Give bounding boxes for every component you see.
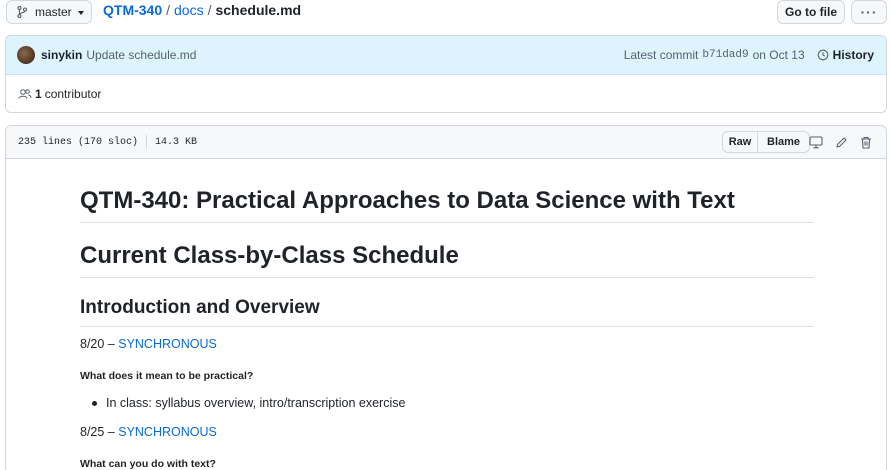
caret-down-icon <box>77 10 84 15</box>
history-label: History <box>832 48 874 62</box>
commit-box: sinykin Update schedule.md Latest commit… <box>5 35 887 113</box>
desktop-icon[interactable] <box>808 134 824 150</box>
contributor-label: contributor <box>44 87 102 101</box>
document-subtitle: Current Class-by-Class Schedule <box>80 242 814 278</box>
commit-meta: Latest commit b71dad9 on Oct 13 History <box>624 48 874 62</box>
file-header: 235 lines (170 sloc) 14.3 KB Raw Blame <box>6 126 886 159</box>
contributor-count: 1 <box>35 87 42 101</box>
file-viewer: 235 lines (170 sloc) 14.3 KB Raw Blame Q… <box>5 125 887 470</box>
commit-sha-link[interactable]: b71dad9 <box>702 49 748 61</box>
branch-icon <box>17 6 27 18</box>
section-heading: Introduction and Overview <box>80 297 814 327</box>
branch-selector[interactable]: master <box>6 0 92 24</box>
history-icon <box>817 49 829 61</box>
document-title: QTM-340: Practical Approaches to Data Sc… <box>80 187 814 223</box>
file-lines: 235 lines (170 sloc) <box>18 136 139 148</box>
entry-date: 8/20 – <box>80 337 119 351</box>
latest-commit-label: Latest commit <box>623 48 699 62</box>
breadcrumb-separator: / <box>166 2 171 18</box>
latest-commit-row: sinykin Update schedule.md Latest commit… <box>6 36 886 75</box>
breadcrumb-file: schedule.md <box>215 2 302 18</box>
bullet <box>92 400 97 406</box>
file-size: 14.3 KB <box>155 136 198 148</box>
history-link[interactable]: History <box>817 48 874 62</box>
avatar[interactable] <box>17 46 35 64</box>
raw-blame-group: Raw Blame <box>722 131 811 153</box>
synchronous-link[interactable]: SYNCHRONOUS <box>118 337 217 351</box>
pencil-icon[interactable] <box>833 134 849 150</box>
commit-author-link[interactable]: sinykin <box>41 48 82 62</box>
blame-button[interactable]: Blame <box>758 132 809 152</box>
branch-name: master <box>35 5 72 19</box>
go-to-file-button[interactable]: Go to file <box>777 0 845 24</box>
commit-date: on Oct 13 <box>752 48 805 62</box>
breadcrumb-repo-link[interactable]: QTM-340 <box>103 2 162 18</box>
contributors-row[interactable]: 1 contributor <box>6 75 886 112</box>
synchronous-link[interactable]: SYNCHRONOUS <box>118 425 217 439</box>
breadcrumb: QTM-340 / docs / schedule.md <box>103 2 301 18</box>
people-icon <box>18 89 32 99</box>
breadcrumb-folder-link[interactable]: docs <box>174 2 204 18</box>
commit-message-link[interactable]: Update schedule.md <box>86 48 196 62</box>
list-item: In class: syllabus overview, intro/trans… <box>92 396 405 410</box>
raw-button[interactable]: Raw <box>723 132 758 152</box>
header-divider <box>146 135 148 149</box>
entry-date-line: 8/20 – SYNCHRONOUS <box>80 337 217 351</box>
trash-icon[interactable] <box>858 134 874 150</box>
entry-question: What can you do with text? <box>80 458 216 470</box>
entry-date-line: 8/25 – SYNCHRONOUS <box>80 425 217 439</box>
list-item-text: In class: syllabus overview, intro/trans… <box>106 396 406 410</box>
more-options-button[interactable]: ··· <box>851 0 887 24</box>
entry-question: What does it mean to be practical? <box>80 370 254 382</box>
entry-date: 8/25 – <box>80 425 119 439</box>
breadcrumb-separator: / <box>207 2 212 18</box>
